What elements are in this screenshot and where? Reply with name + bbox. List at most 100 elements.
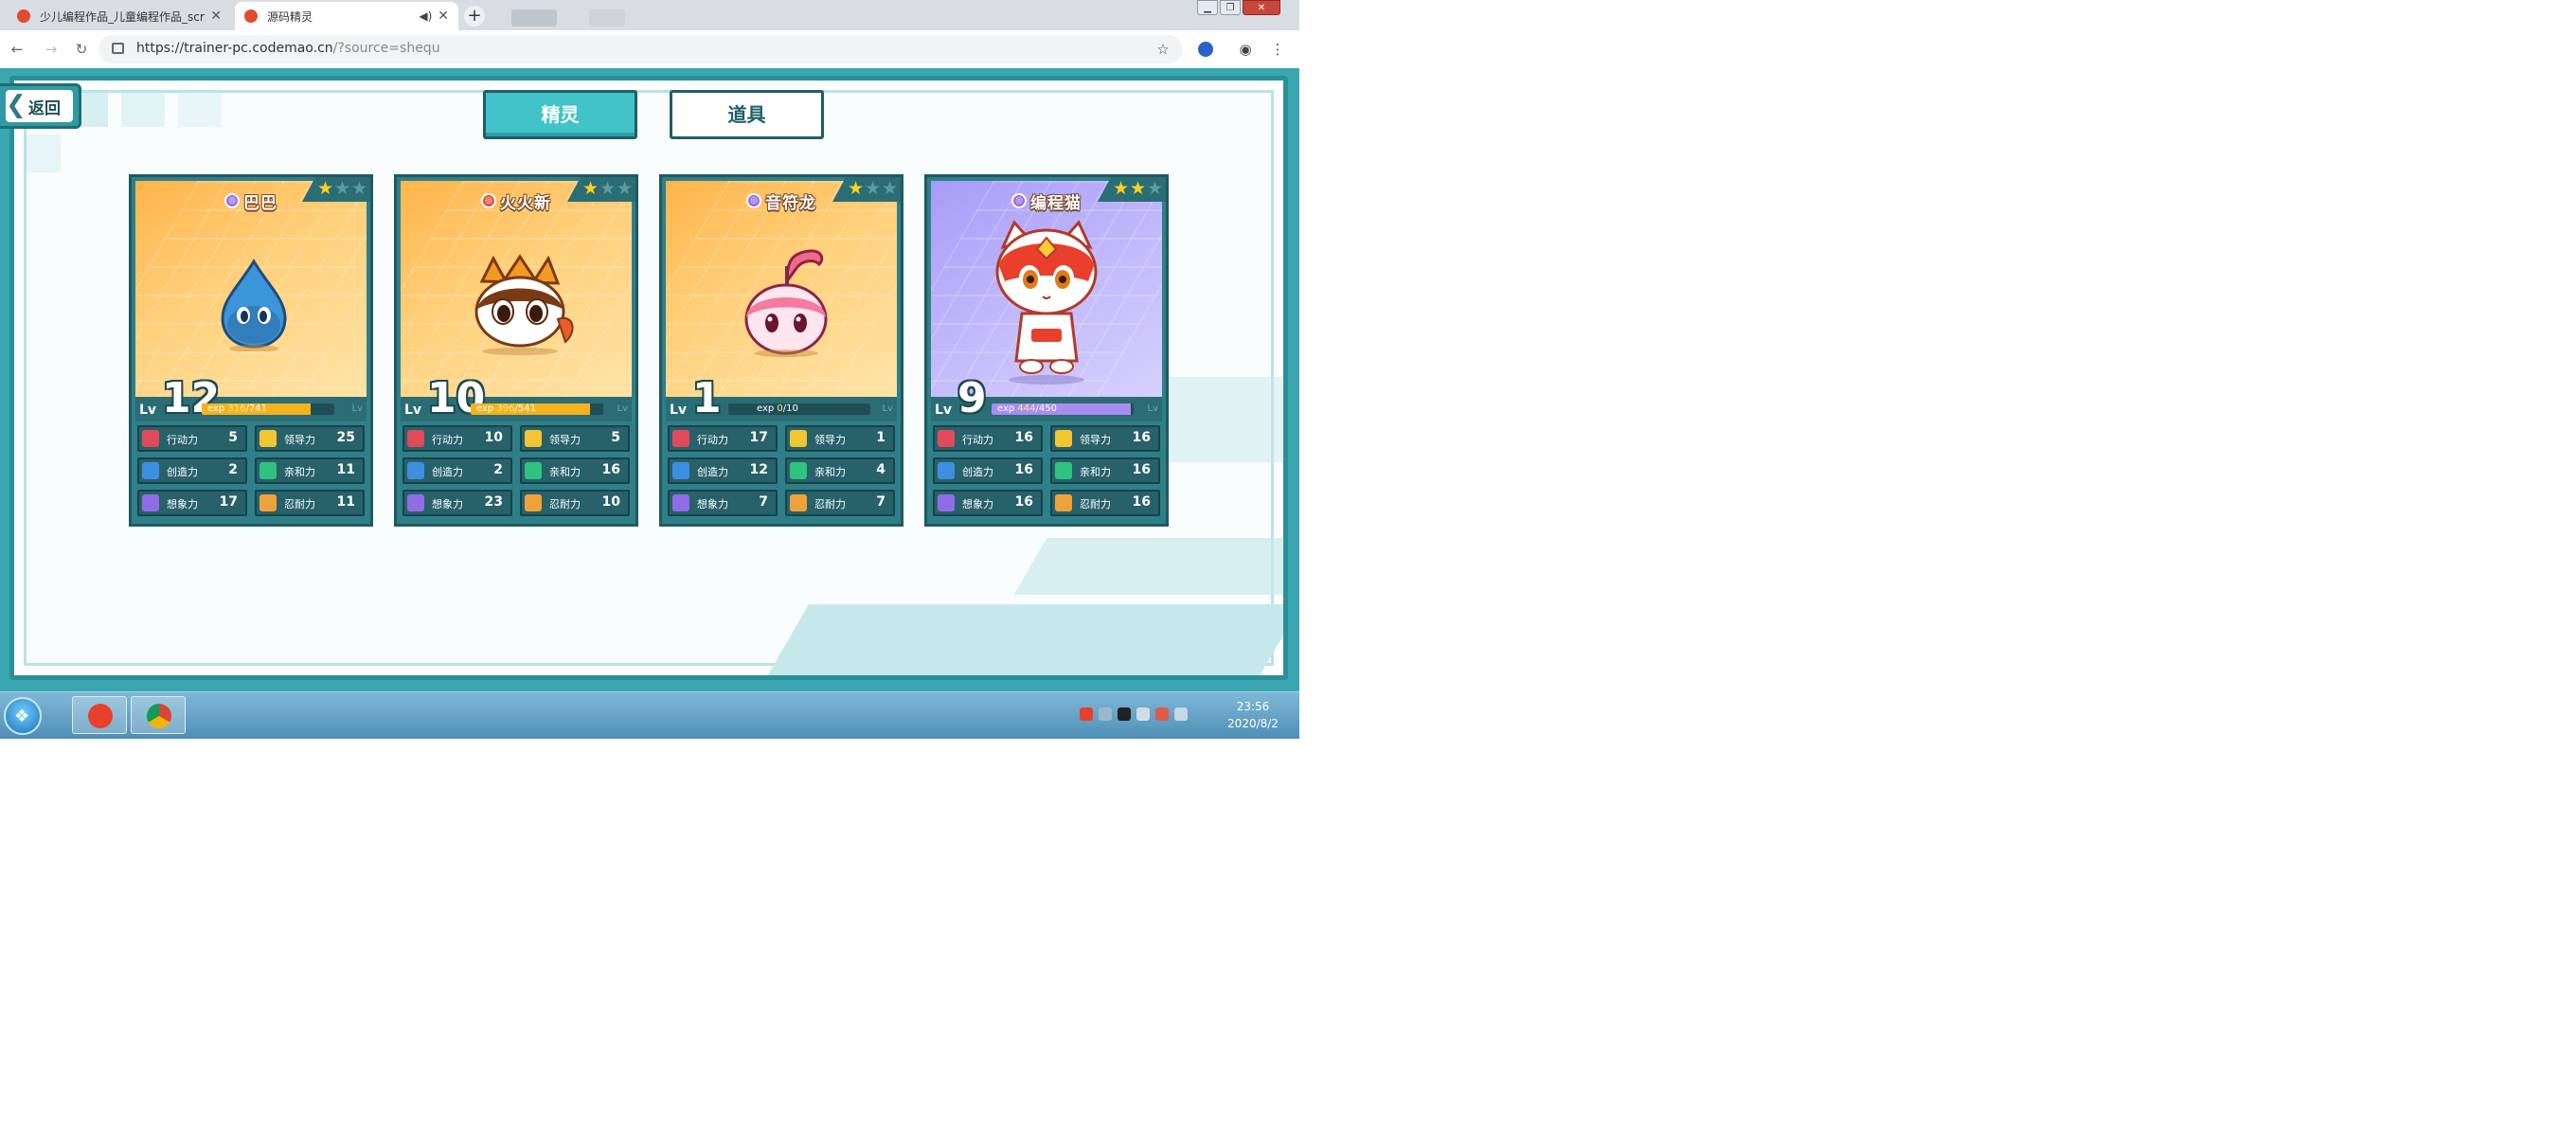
speaker-icon[interactable] [1155, 707, 1169, 721]
endurance-icon [1055, 494, 1072, 511]
action-icon [938, 430, 955, 447]
level-tail: Lv [882, 403, 894, 414]
stat-creativity: 创造力 2 [402, 457, 512, 484]
extension-icon[interactable] [1195, 39, 1216, 60]
level-prefix: Lv [670, 403, 688, 418]
creativity-icon [672, 462, 689, 479]
exp-track: exp 0/10 [728, 403, 870, 415]
endurance-icon [790, 494, 807, 511]
new-tab-button[interactable]: + [464, 6, 485, 27]
mute-tab-icon[interactable]: ◀) [419, 9, 432, 23]
exp-total: 741 [248, 403, 267, 414]
url-text[interactable]: https://trainer-pc.codemao.cn/?source=sh… [136, 41, 440, 56]
stat-label: 创造力 [962, 466, 993, 478]
stat-value: 16 [1132, 462, 1151, 477]
input-method-icon[interactable] [1099, 707, 1112, 721]
network-icon[interactable] [1136, 707, 1150, 721]
tab-sprites[interactable]: 精灵 [483, 90, 637, 139]
sprite-name: 编程猫 [1030, 193, 1082, 213]
address-bar[interactable]: https://trainer-pc.codemao.cn/?source=sh… [98, 35, 1183, 63]
action-icon [142, 430, 159, 447]
bookmark-star-icon[interactable]: ☆ [1153, 39, 1173, 60]
leadership-icon [1055, 430, 1072, 447]
browser-tab-active[interactable]: 源码精灵 ◀) ✕ [235, 2, 458, 30]
clock-time[interactable]: 23:56 [1229, 700, 1277, 713]
sprite-name: 巴巴 [243, 193, 277, 213]
profile-icon[interactable]: ◉ [1235, 39, 1256, 60]
stat-leadership: 领导力 1 [785, 425, 895, 452]
action-icon [672, 430, 689, 447]
exp-track: exp 396/541 [471, 403, 603, 415]
exp-total: 541 [517, 403, 536, 414]
codemao-cat-sprite [995, 220, 1098, 385]
stat-value: 12 [749, 462, 768, 477]
back-arrow-icon[interactable]: ← [8, 40, 27, 59]
stat-value: 2 [228, 462, 238, 477]
stat-imagination: 想象力 16 [933, 490, 1043, 516]
affinity-icon [1055, 462, 1072, 479]
taskbar-app-chrome[interactable] [131, 696, 186, 734]
close-tab-icon[interactable]: ✕ [210, 9, 222, 24]
clock-date[interactable]: 2020/8/2 [1222, 717, 1284, 730]
endurance-icon [259, 494, 277, 511]
stat-label: 创造力 [432, 466, 463, 478]
stat-affinity: 亲和力 16 [1050, 457, 1160, 484]
stat-value: 25 [336, 430, 355, 445]
stat-imagination: 想象力 7 [668, 490, 778, 516]
tab-items[interactable]: 道具 [670, 90, 824, 139]
stat-value: 2 [493, 462, 503, 477]
stat-label: 亲和力 [549, 466, 581, 478]
exp-total: 10 [786, 403, 798, 414]
chrome-app-icon [147, 704, 171, 728]
baba-water-drop-sprite [221, 259, 287, 351]
sprite-card[interactable]: ★ ★ ★ ◎ 火火新 Lv 10 exp 396/541 Lv 行动力 10 领… [394, 174, 638, 527]
stat-label: 亲和力 [284, 466, 315, 478]
url-path: /?source=shequ [332, 41, 440, 56]
exp-text: exp 316/741 [207, 403, 267, 414]
stat-endurance: 忍耐力 11 [255, 490, 365, 516]
restore-window-icon[interactable]: ❐ [1220, 0, 1241, 15]
stat-endurance: 忍耐力 16 [1050, 490, 1160, 516]
stat-value: 7 [759, 494, 768, 510]
sprite-card[interactable]: ★ ★ ★ ◎ 音符龙 Lv 1 exp 0/10 Lv 行动力 17 领导力 1 … [659, 174, 903, 527]
sprite-card[interactable]: ★ ★ ★ ◎ 编程猫 Lv 9 exp 444/450 Lv 行动力 16 领导… [924, 174, 1169, 527]
stat-label: 领导力 [284, 434, 315, 446]
level-prefix: Lv [935, 403, 953, 418]
sprite-art [666, 181, 897, 397]
close-window-icon[interactable]: ✕ [1243, 0, 1280, 15]
leadership-icon [790, 430, 807, 447]
stat-label: 行动力 [697, 434, 728, 446]
huohuo-fire-sprite [474, 254, 574, 355]
stat-label: 忍耐力 [814, 498, 846, 510]
qq-penguin-icon[interactable] [1118, 707, 1131, 721]
back-button[interactable]: ❮ 返回 [0, 83, 81, 129]
sprite-card[interactable]: ★ ★ ★ ◎ 巴巴 Lv 12 exp 316/741 Lv 行动力 5 领导力… [129, 174, 373, 527]
stat-creativity: 创造力 12 [668, 457, 778, 484]
sogou-input-icon[interactable] [1080, 707, 1093, 721]
menu-kebab-icon[interactable]: ⋮ [1267, 39, 1288, 60]
minimize-window-icon[interactable]: ▁ [1197, 0, 1218, 15]
stat-endurance: 忍耐力 10 [520, 490, 630, 516]
stat-label: 领导力 [1080, 434, 1111, 446]
level-prefix: Lv [404, 403, 422, 418]
browser-tab[interactable]: 少儿编程作品_儿童编程作品_scr ✕ [8, 2, 231, 30]
taskbar-app-codemao[interactable] [72, 696, 127, 734]
sprite-name-row: ◎ 编程猫 [927, 188, 1166, 213]
stat-value: 16 [1014, 462, 1033, 477]
stat-action: 行动力 10 [402, 425, 512, 452]
stat-imagination: 想象力 23 [402, 490, 512, 516]
forward-arrow-icon[interactable]: → [42, 40, 61, 59]
stat-leadership: 领导力 25 [255, 425, 365, 452]
endurance-icon [525, 494, 542, 511]
close-tab-icon[interactable]: ✕ [438, 9, 449, 24]
stat-label: 领导力 [814, 434, 846, 446]
start-button[interactable]: ❖ [4, 697, 42, 735]
signal-icon[interactable] [1174, 707, 1188, 721]
imagination-icon [407, 494, 424, 511]
browser-toolbar: ← → ↻ https://trainer-pc.codemao.cn/?sou… [0, 30, 1299, 69]
stat-value: 5 [611, 430, 620, 445]
reload-icon[interactable]: ↻ [72, 40, 91, 59]
stat-label: 忍耐力 [549, 498, 581, 510]
back-label: 返回 [28, 99, 61, 118]
imagination-icon [142, 494, 159, 511]
